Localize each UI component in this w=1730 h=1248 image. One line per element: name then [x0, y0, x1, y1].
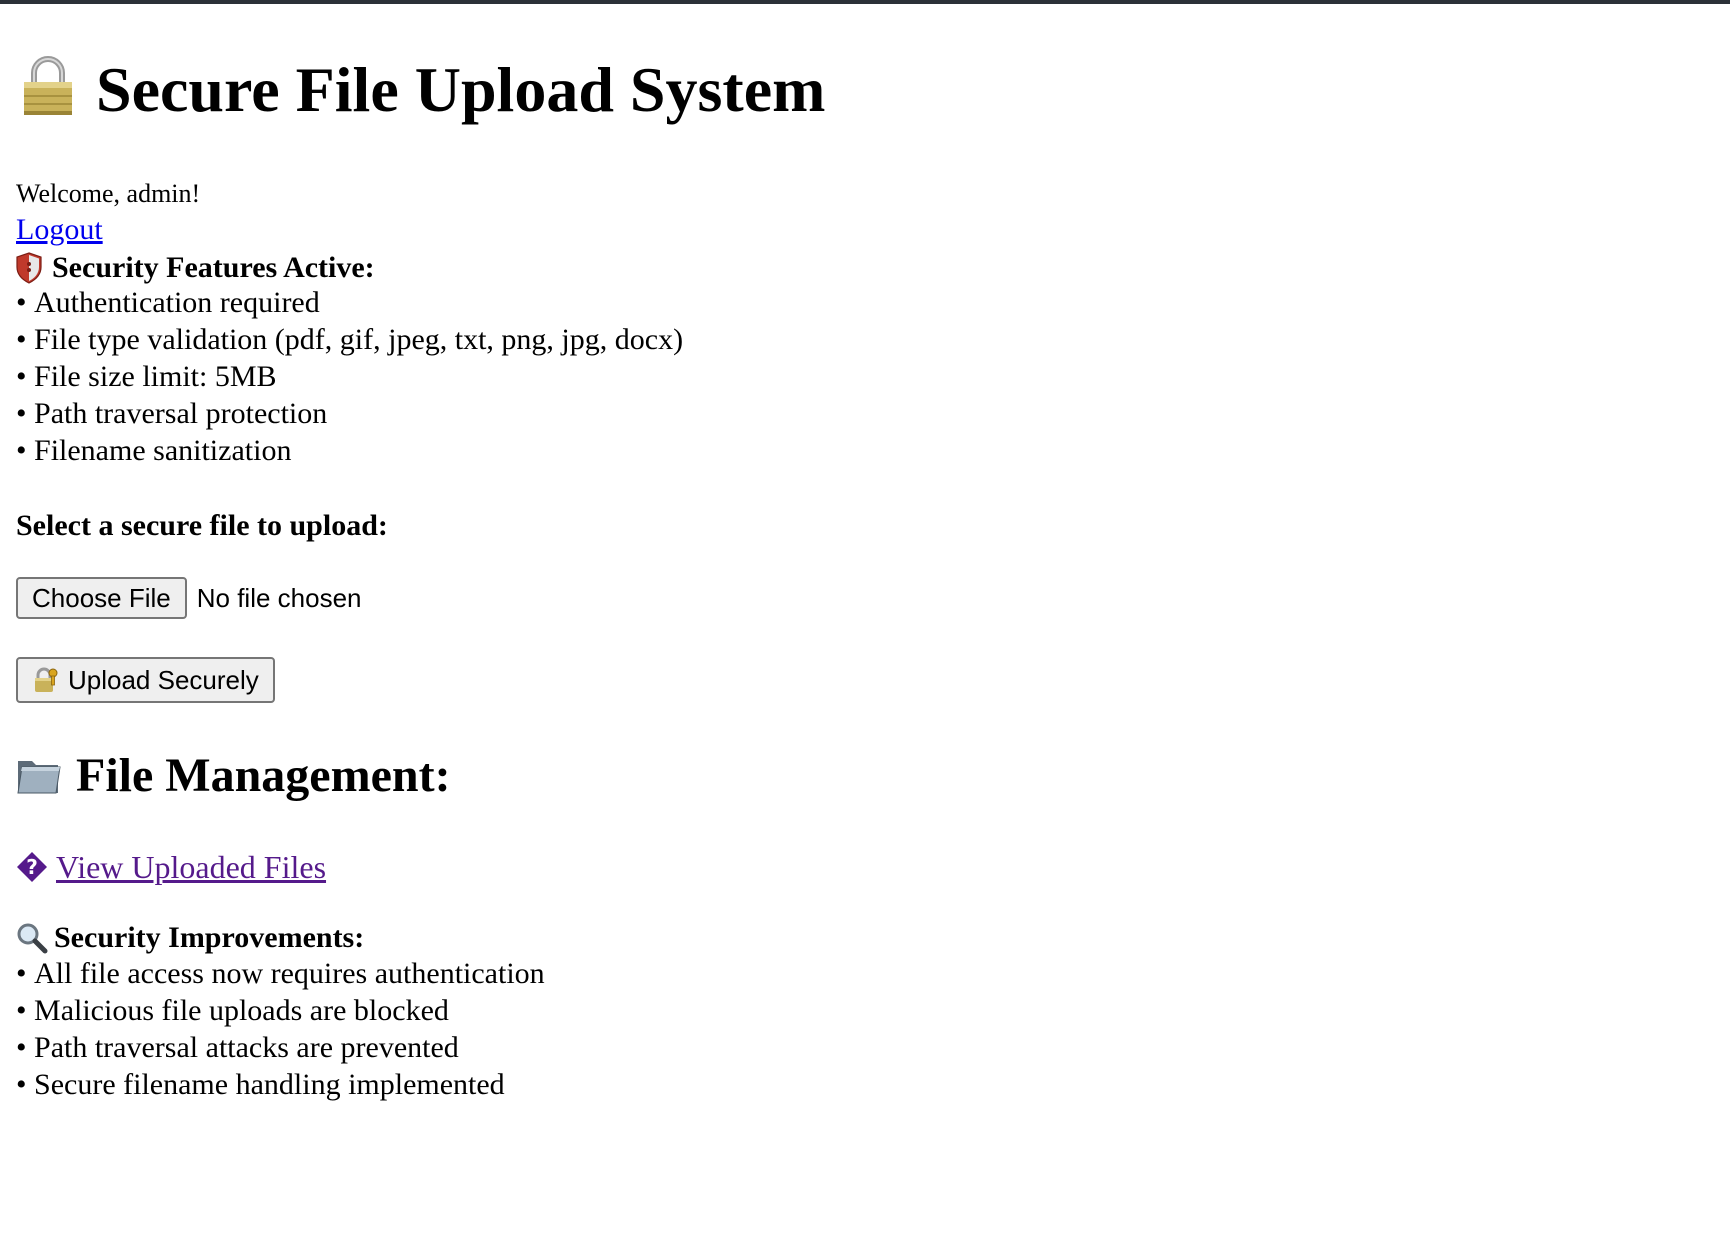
choose-file-button[interactable]: Choose File: [16, 577, 187, 619]
page-title: Secure File Upload System: [22, 50, 825, 130]
upload-label: Select a secure file to upload:: [16, 509, 388, 542]
view-uploaded-files-link[interactable]: ? View Uploaded Files: [16, 848, 326, 886]
magnifier-icon: [16, 922, 48, 954]
list-item: Secure filename handling implemented: [16, 1066, 545, 1103]
list-item: Authentication required: [16, 284, 683, 321]
shield-icon: [16, 252, 42, 284]
security-features-heading-label: Security Features Active:: [52, 251, 375, 284]
upload-securely-button[interactable]: Upload Securely: [16, 657, 275, 703]
security-improvements-heading-label: Security Improvements:: [54, 921, 365, 954]
welcome-message: Welcome, admin!: [16, 179, 201, 208]
list-item: Path traversal protection: [16, 395, 683, 432]
replacement-character-icon: ?: [16, 851, 48, 883]
list-item: File type validation (pdf, gif, jpeg, tx…: [16, 321, 683, 358]
upload-row: Upload Securely: [16, 657, 275, 703]
file-management-heading: File Management:: [16, 746, 451, 806]
file-status-text: No file chosen: [196, 582, 362, 613]
list-item: Filename sanitization: [16, 432, 683, 469]
security-features-heading: Security Features Active:: [16, 250, 375, 286]
page-title-text: Secure File Upload System: [96, 54, 826, 125]
upload-securely-label: Upload Securely: [68, 664, 259, 695]
list-item: Path traversal attacks are prevented: [16, 1029, 545, 1066]
list-item: File size limit: 5MB: [16, 358, 683, 395]
logout-link[interactable]: Logout: [16, 212, 103, 248]
svg-text:?: ?: [26, 855, 38, 879]
file-input: Choose File No file chosen: [16, 577, 362, 619]
lock-with-key-icon: [32, 666, 60, 694]
security-improvements-list: All file access now requires authenticat…: [16, 955, 545, 1103]
folder-icon: [16, 753, 62, 799]
view-uploaded-files-label: View Uploaded Files: [56, 849, 327, 885]
security-improvements-heading: Security Improvements:: [16, 920, 364, 956]
security-features-list: Authentication required File type valida…: [16, 284, 683, 469]
lock-icon: [22, 55, 74, 117]
list-item: Malicious file uploads are blocked: [16, 992, 545, 1029]
list-item: All file access now requires authenticat…: [16, 955, 545, 992]
file-management-heading-label: File Management:: [76, 749, 451, 802]
window-top-strip: [0, 0, 1730, 4]
